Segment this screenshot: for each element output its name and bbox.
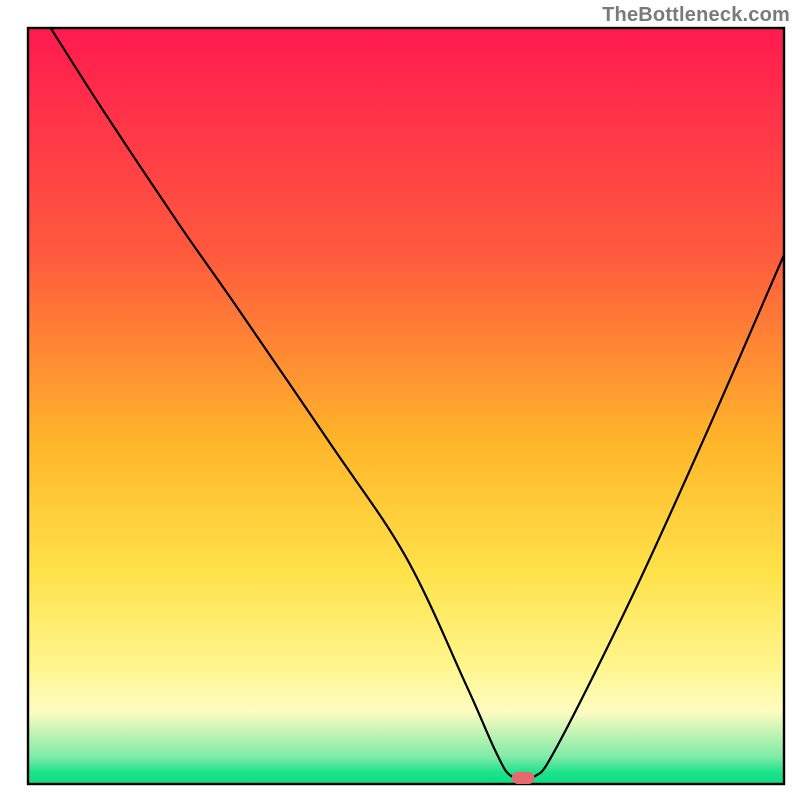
optimal-marker (512, 772, 535, 784)
watermark-text: TheBottleneck.com (602, 4, 790, 27)
bottleneck-chart (0, 0, 800, 800)
page-root: TheBottleneck.com (0, 0, 800, 800)
gradient-background (28, 28, 784, 784)
